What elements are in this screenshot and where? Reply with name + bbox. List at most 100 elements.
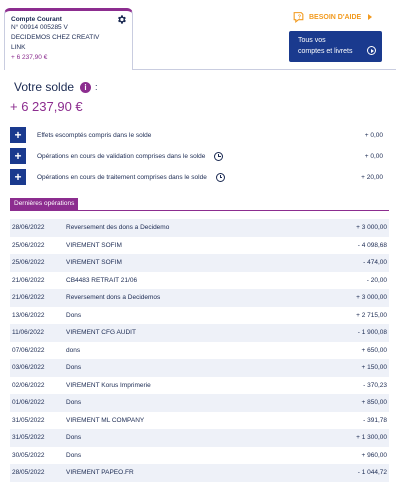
help-link[interactable]: ? BESOIN D'AIDE	[292, 9, 373, 25]
balance-title: Votre solde i :	[14, 80, 98, 94]
operation-row[interactable]: 13/06/2022 Dons + 2 715,00	[10, 307, 389, 325]
operation-date: 31/05/2022	[12, 434, 45, 442]
clock-icon[interactable]	[214, 151, 224, 161]
operation-amount: + 3 000,00	[356, 294, 387, 302]
help-label: BESOIN D'AIDE	[309, 13, 362, 21]
operation-row[interactable]: 07/06/2022 dons + 650,00	[10, 342, 389, 360]
expand-plus-icon[interactable]: +	[10, 169, 26, 185]
operation-amount: - 474,00	[363, 259, 387, 267]
gear-icon[interactable]	[116, 14, 127, 25]
operation-date: 28/06/2022	[12, 224, 45, 232]
operations-divider	[10, 210, 389, 211]
operation-label: VIREMENT SOFIM	[66, 241, 122, 249]
operation-label: Reversement dons a Decidemos	[66, 294, 161, 302]
operation-date: 25/06/2022	[12, 241, 45, 249]
operations-list: 28/06/2022 Reversement des dons a Decidem…	[10, 219, 389, 482]
operation-amount: + 850,00	[361, 399, 387, 407]
info-icon[interactable]: i	[80, 81, 92, 93]
balance-title-text: Votre solde	[14, 80, 75, 94]
operation-date: 25/06/2022	[12, 259, 45, 267]
operation-date: 03/06/2022	[12, 364, 45, 372]
operation-row[interactable]: 31/05/2022 Dons + 1 300,00	[10, 429, 389, 447]
operation-amount: + 150,00	[361, 364, 387, 372]
operation-amount: + 960,00	[361, 451, 387, 459]
clock-icon[interactable]	[215, 172, 225, 182]
operation-date: 30/05/2022	[12, 451, 45, 459]
operation-row[interactable]: 11/06/2022 VIREMENT CFG AUDIT - 1 900,08	[10, 324, 389, 342]
operation-label: VIREMENT Korus Imprimerie	[66, 381, 151, 389]
account-tab[interactable]: Compte Courant N° 00914 005285 V DECIDEM…	[4, 8, 133, 70]
help-bubble-icon: ?	[293, 11, 304, 23]
operation-row[interactable]: 28/05/2022 VIREMENT PAPEO.FR - 1 044,72	[10, 464, 389, 482]
operation-row[interactable]: 30/05/2022 Dons + 960,00	[10, 447, 389, 465]
operation-amount: - 370,23	[363, 381, 387, 389]
operation-row[interactable]: 01/06/2022 Dons + 850,00	[10, 394, 389, 412]
operations-header: Dernières opérations	[10, 198, 79, 210]
operation-amount: + 650,00	[361, 346, 387, 354]
operation-row[interactable]: 31/05/2022 VIREMENT ML COMPANY - 391,78	[10, 412, 389, 430]
detail-value: + 20,00	[361, 173, 383, 181]
operation-date: 07/06/2022	[12, 346, 45, 354]
operation-label: dons	[66, 346, 81, 354]
detail-value: + 0,00	[364, 131, 383, 139]
operation-amount: + 3 000,00	[356, 224, 387, 232]
operation-amount: - 20,00	[366, 276, 387, 284]
operation-amount: - 391,78	[363, 416, 387, 424]
operation-label: VIREMENT SOFIM	[66, 259, 122, 267]
expand-plus-icon[interactable]: +	[10, 148, 26, 164]
operation-date: 31/05/2022	[12, 416, 45, 424]
balance-amount: + 6 237,90 €	[10, 99, 83, 114]
account-title: Compte Courant	[11, 16, 62, 23]
chevron-right-icon	[368, 14, 373, 20]
detail-label: Opérations en cours de traitement compri…	[37, 173, 207, 181]
operation-amount: - 1 900,08	[357, 329, 387, 337]
operation-label: VIREMENT CFG AUDIT	[66, 329, 136, 337]
account-holder: DECIDEMOS CHEZ CREATIV	[11, 34, 100, 41]
operation-date: 28/05/2022	[12, 469, 45, 477]
operation-label: Dons	[66, 399, 82, 407]
operation-amount: - 1 044,72	[357, 469, 387, 477]
operation-label: VIREMENT ML COMPANY	[66, 416, 145, 424]
detail-row: + Opérations en cours de validation comp…	[10, 148, 385, 164]
tab-divider	[133, 69, 396, 70]
operation-amount: - 4 098,68	[357, 241, 387, 249]
operation-label: CB4483 RETRAIT 21/06	[66, 276, 138, 284]
detail-label: Effets escomptés compris dans le solde	[37, 131, 152, 139]
operation-date: 21/06/2022	[12, 276, 45, 284]
operation-label: Dons	[66, 311, 82, 319]
operation-date: 02/06/2022	[12, 381, 45, 389]
detail-row: + Effets escomptés compris dans le solde…	[10, 127, 385, 143]
operation-amount: + 2 715,00	[356, 311, 387, 319]
account-number: N° 00914 005285 V	[11, 24, 68, 31]
operation-date: 21/06/2022	[12, 294, 45, 302]
operation-row[interactable]: 03/06/2022 Dons + 150,00	[10, 359, 389, 377]
operation-row[interactable]: 21/06/2022 CB4483 RETRAIT 21/06 - 20,00	[10, 272, 389, 290]
top-bar: Compte Courant N° 00914 005285 V DECIDEM…	[0, 0, 396, 70]
operation-label: Reversement des dons a Decidemo	[66, 224, 170, 232]
detail-label: Opérations en cours de validation compri…	[37, 152, 206, 160]
account-holder-continued: LINK	[11, 44, 26, 51]
all-accounts-button[interactable]: Tous vos comptes et livrets	[289, 31, 382, 62]
detail-value: + 0,00	[364, 152, 383, 160]
operation-row[interactable]: 21/06/2022 Reversement dons a Decidemos + …	[10, 289, 389, 307]
expand-plus-icon[interactable]: +	[10, 127, 26, 143]
operation-label: Dons	[66, 434, 82, 442]
detail-row: + Opérations en cours de traitement comp…	[10, 169, 385, 185]
arrow-circle-icon	[367, 46, 376, 55]
operation-label: Dons	[66, 364, 82, 372]
operation-row[interactable]: 02/06/2022 VIREMENT Korus Imprimerie - 370…	[10, 377, 389, 395]
operation-row[interactable]: 25/06/2022 VIREMENT SOFIM - 474,00	[10, 254, 389, 272]
svg-text:?: ?	[298, 14, 301, 20]
operation-date: 13/06/2022	[12, 311, 45, 319]
all-accounts-label-line1: Tous vos	[298, 37, 326, 44]
all-accounts-label-line2: comptes et livrets	[298, 48, 353, 55]
operation-amount: + 1 300,00	[356, 434, 387, 442]
operation-label: VIREMENT PAPEO.FR	[66, 469, 134, 477]
operation-row[interactable]: 25/06/2022 VIREMENT SOFIM - 4 098,68	[10, 237, 389, 255]
operation-label: Dons	[66, 451, 82, 459]
operation-row[interactable]: 28/06/2022 Reversement des dons a Decidem…	[10, 219, 389, 237]
operation-date: 11/06/2022	[12, 329, 45, 337]
account-amount: + 6 237,90 €	[11, 54, 48, 61]
operation-date: 01/06/2022	[12, 399, 45, 407]
balance-colon: :	[95, 82, 98, 92]
